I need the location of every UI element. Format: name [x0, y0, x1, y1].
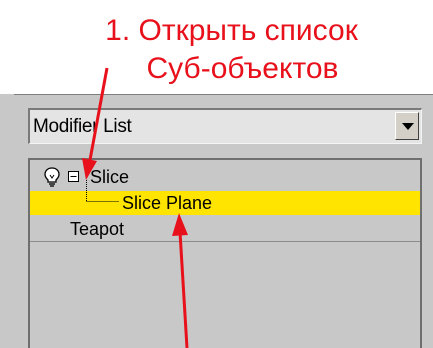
- chevron-down-icon: [402, 123, 414, 130]
- stack-item-label: Teapot: [70, 219, 125, 239]
- modifier-stack-list[interactable]: Slice Slice Plane Teapot: [28, 158, 422, 348]
- stack-item-teapot[interactable]: Teapot: [30, 217, 420, 242]
- dropdown-arrow-button[interactable]: [395, 112, 419, 140]
- lightbulb-icon[interactable]: [42, 166, 62, 188]
- panel-divider: [14, 94, 433, 95]
- collapse-minus-icon[interactable]: [68, 171, 79, 182]
- stack-item-label: Slice Plane: [122, 193, 213, 213]
- tree-connector-line: [86, 180, 119, 202]
- annotation-caption-line-1: 1. Открыть список: [105, 14, 358, 47]
- annotation-caption-line-2: Суб-объектов: [146, 52, 339, 85]
- modifier-list-value: Modifier List: [33, 116, 132, 137]
- screenshot-stage: 1. Открыть список Суб-объектов Modifier …: [0, 0, 433, 348]
- modifier-list-dropdown[interactable]: Modifier List: [28, 108, 422, 144]
